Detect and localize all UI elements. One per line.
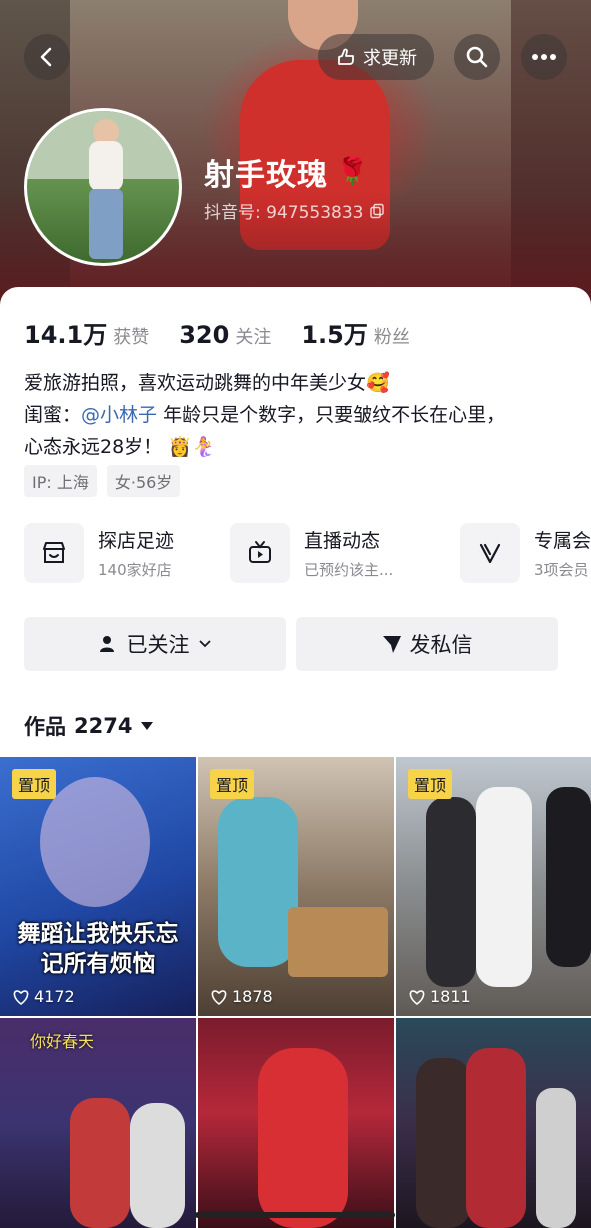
send-icon [382,636,401,653]
video-thumbnail[interactable] [396,1018,591,1228]
thumb-figure [426,797,476,987]
copy-icon[interactable] [369,203,385,219]
video-thumbnail[interactable]: 置顶 1878 [198,757,394,1016]
store-icon [24,523,84,583]
thumb-figure [40,777,150,907]
chevron-left-icon [40,47,52,67]
pinned-badge: 置顶 [408,769,453,799]
likes-counter: 1811 [408,987,471,1006]
bio-line-2: 闺蜜：@小林子 年龄只是个数字，只要皱纹不长在心里， [24,399,574,431]
likes-count: 1811 [430,987,471,1006]
more-button[interactable] [521,34,567,80]
feature-entries: 探店足迹 140家好店 直播动态 已预约该主... 专属会 3项会员 [24,523,591,589]
thumb-figure-3 [546,787,591,967]
thumb-figure-3 [536,1088,576,1228]
followed-label: 已关注 [126,633,190,657]
request-update-button[interactable]: 求更新 [318,34,434,80]
thumb-figure [218,797,298,967]
thumb-figure [258,1048,348,1228]
following-count[interactable]: 320 [179,321,229,349]
video-thumbnail[interactable]: 你好春天 [0,1018,196,1228]
followers-count[interactable]: 1.5万 [301,315,368,350]
douyin-id[interactable]: 抖音号: 947553833 [204,198,385,223]
thumb-figure-2 [476,787,532,987]
thumb-figure-2 [130,1103,185,1228]
followed-button[interactable]: 已关注 [24,617,286,671]
search-button[interactable] [454,34,500,80]
video-thumbnail[interactable]: 置顶 舞蹈让我快乐忘记所有烦恼 4172 [0,757,196,1016]
thumb-table [288,907,388,977]
heart-icon [211,989,227,1005]
ellipsis-icon [532,54,556,60]
tv-icon [230,523,290,583]
likes-label: 获赞 [113,327,150,348]
gender-age-tag: 女·56岁 [106,465,181,497]
live-updates-title: 直播动态 [304,530,381,552]
likes-counter: 1878 [210,987,273,1006]
likes-count: 4172 [34,987,75,1006]
request-update-label: 求更新 [363,48,417,69]
video-thumbnail[interactable]: 置顶 1811 [396,757,591,1016]
store-visits-entry[interactable]: 探店足迹 140家好店 [24,523,174,583]
rose-emoji: 🌹 [336,157,370,187]
store-visits-title: 探店足迹 [98,530,175,552]
thumb-figure [416,1058,471,1228]
followers-label: 粉丝 [373,327,410,348]
works-label: 作品 [24,715,66,739]
bio-line-1: 爱旅游拍照，喜欢运动跳舞的中年美少女🥰 [24,372,390,394]
live-updates-entry[interactable]: 直播动态 已预约该主... [230,523,393,583]
video-caption: 你好春天 [30,1032,95,1051]
profile-tags: IP: 上海 女·56岁 [24,465,181,497]
heart-icon [13,989,29,1005]
bio-mention-link[interactable]: @小林子 [81,404,157,426]
profile-name: 射手玫瑰 🌹 [204,150,369,194]
likes-count: 1878 [232,987,273,1006]
bio-line-2-suffix: 年龄只是个数字，只要皱纹不长在心里， [157,404,506,426]
avatar-figure-top [89,141,123,191]
membership-entry[interactable]: 专属会 3项会员 [460,523,591,583]
likes-count[interactable]: 14.1万 [24,315,107,350]
caret-down-icon [141,722,154,730]
chevron-down-icon [198,640,211,648]
send-message-label: 发私信 [409,633,473,657]
membership-title: 专属会 [534,530,591,552]
user-check-icon [99,636,119,652]
profile-card: 14.1万 获赞 320 关注 1.5万 粉丝 爱旅游拍照，喜欢运动跳舞的中年美… [0,287,591,757]
heart-icon [409,989,425,1005]
bio-line-2-prefix: 闺蜜： [24,404,82,426]
profile-bio: 爱旅游拍照，喜欢运动跳舞的中年美少女🥰 闺蜜：@小林子 年龄只是个数字，只要皱纹… [24,367,574,463]
avatar[interactable] [24,108,182,266]
following-label: 关注 [235,327,272,348]
bio-line-3: 心态永远28岁！ 👸🧜‍♀️ [24,436,216,458]
back-button[interactable] [24,34,70,80]
membership-sub: 3项会员 [534,561,589,579]
video-caption: 舞蹈让我快乐忘记所有烦恼 [17,921,179,977]
home-indicator[interactable] [195,1212,395,1218]
search-icon [466,46,488,68]
video-thumbnail[interactable] [198,1018,394,1228]
store-visits-sub: 140家好店 [98,561,172,579]
likes-counter: 4172 [12,987,75,1006]
video-grid: 置顶 舞蹈让我快乐忘记所有烦恼 4172 置顶 1878 置顶 1811 你好春… [0,757,591,1228]
works-tab[interactable]: 作品 2274 [24,711,154,741]
douyin-id-text: 抖音号: 947553833 [204,203,364,223]
ip-location-tag: IP: 上海 [24,465,97,497]
profile-header: 求更新 射手玫瑰 🌹 抖音号: 947553833 [0,0,591,310]
profile-name-text: 射手玫瑰 [204,158,328,193]
hand-pointing-icon [338,48,354,65]
live-updates-sub: 已预约该主... [304,561,394,579]
v-badge-icon [460,523,520,583]
thumb-figure [70,1098,130,1228]
send-message-button[interactable]: 发私信 [296,617,558,671]
pinned-badge: 置顶 [210,769,255,799]
works-count: 2274 [74,714,133,738]
pinned-badge: 置顶 [12,769,57,799]
profile-stats: 14.1万 获赞 320 关注 1.5万 粉丝 [24,315,410,350]
thumb-figure-2 [466,1048,526,1228]
avatar-figure-legs [89,189,123,259]
